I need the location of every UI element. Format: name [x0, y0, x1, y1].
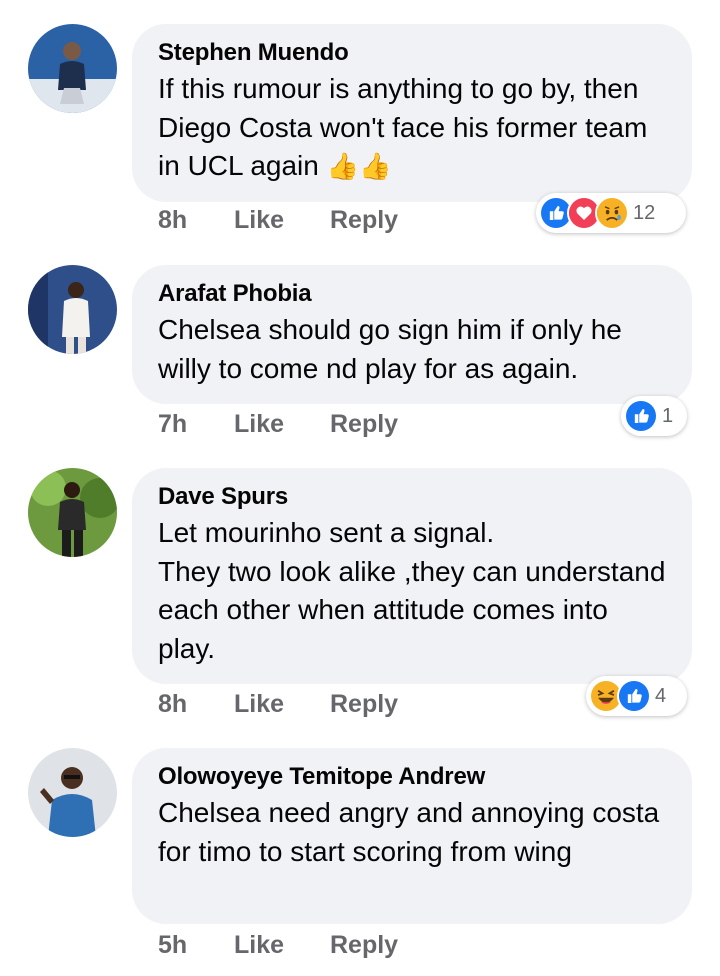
- like-icon: [624, 399, 658, 433]
- sad-icon: [595, 196, 629, 230]
- like-icon: [617, 679, 651, 713]
- comment-time[interactable]: 7h: [158, 410, 187, 439]
- reaction-summary[interactable]: 12: [536, 193, 686, 233]
- like-button[interactable]: Like: [234, 410, 284, 439]
- comment-body: If this rumour is anything to go by, the…: [158, 73, 656, 181]
- reaction-count: 1: [662, 404, 674, 427]
- avatar-photo-icon: [28, 24, 117, 113]
- comment-bubble: Arafat Phobia Chelsea should go sign him…: [132, 265, 692, 404]
- comment-author[interactable]: Dave Spurs: [158, 482, 666, 512]
- avatar[interactable]: [28, 24, 117, 113]
- reply-button[interactable]: Reply: [330, 690, 398, 719]
- reply-button[interactable]: Reply: [330, 931, 398, 960]
- comment-text: Chelsea need angry and annoying costa fo…: [158, 797, 668, 867]
- comment-bubble: Dave Spurs Let mourinho sent a signal. T…: [132, 468, 692, 684]
- like-button[interactable]: Like: [234, 206, 284, 235]
- avatar-photo-icon: [28, 265, 117, 354]
- comment-text: Chelsea should go sign him if only he wi…: [158, 314, 630, 384]
- avatar-photo-icon: [28, 468, 117, 557]
- comment-time[interactable]: 8h: [158, 690, 187, 719]
- comment-text: Let mourinho sent a signal. They two loo…: [158, 517, 666, 664]
- comment-author[interactable]: Stephen Muendo: [158, 38, 666, 68]
- reaction-summary[interactable]: 4: [586, 676, 687, 716]
- reaction-summary[interactable]: 1: [621, 396, 687, 436]
- reaction-count: 12: [633, 201, 656, 224]
- comment-bubble: Olowoyeye Temitope Andrew Chelsea need a…: [132, 748, 692, 924]
- like-button[interactable]: Like: [234, 690, 284, 719]
- avatar[interactable]: [28, 748, 117, 837]
- thumbs-up-emoji: 👍👍: [326, 151, 392, 181]
- avatar[interactable]: [28, 468, 117, 557]
- reply-button[interactable]: Reply: [330, 410, 398, 439]
- comment-text: If this rumour is anything to go by, the…: [158, 70, 666, 186]
- comment-author[interactable]: Olowoyeye Temitope Andrew: [158, 762, 666, 792]
- comment-bubble: Stephen Muendo If this rumour is anythin…: [132, 24, 692, 202]
- reaction-count: 4: [655, 684, 667, 707]
- comment-time[interactable]: 5h: [158, 931, 187, 960]
- comment-author[interactable]: Arafat Phobia: [158, 279, 666, 309]
- comment-time[interactable]: 8h: [158, 206, 187, 235]
- avatar[interactable]: [28, 265, 117, 354]
- avatar-photo-icon: [28, 748, 117, 837]
- reply-button[interactable]: Reply: [330, 206, 398, 235]
- like-button[interactable]: Like: [234, 931, 284, 960]
